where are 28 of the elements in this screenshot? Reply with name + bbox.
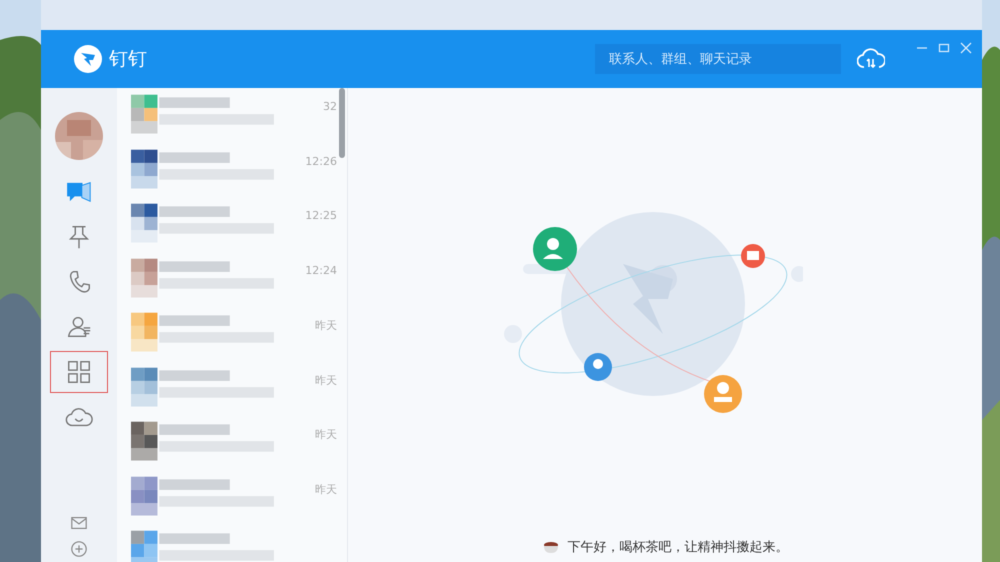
nav-button[interactable] bbox=[50, 351, 108, 393]
chat-time: 昨天 bbox=[315, 482, 337, 496]
chat-time: 12:26 bbox=[305, 154, 337, 168]
app-name: 钉钉 bbox=[109, 47, 147, 72]
cloud-upload-icon[interactable] bbox=[857, 47, 885, 71]
add-icon bbox=[70, 540, 88, 558]
chat-time: 12:24 bbox=[305, 264, 337, 276]
chat-item[interactable]: 12:26 bbox=[117, 142, 347, 197]
chat-time: 昨天 bbox=[315, 318, 337, 333]
logo-icon bbox=[73, 44, 103, 74]
chat-time: 12:25 bbox=[305, 209, 337, 222]
chat-item[interactable]: 昨天 bbox=[117, 415, 347, 470]
chat-item[interactable]: 昨天 bbox=[117, 306, 347, 360]
chat-item[interactable]: 32 bbox=[117, 88, 347, 142]
search-field[interactable]: 联系人、群组、聊天记录 bbox=[595, 44, 841, 74]
chat-item[interactable]: 12:24 bbox=[117, 252, 347, 306]
maximize-icon[interactable] bbox=[938, 42, 950, 54]
chat-item[interactable]: 昨天 bbox=[117, 470, 347, 524]
tea-cup-icon bbox=[542, 540, 560, 554]
chat-time: 昨天 bbox=[315, 372, 337, 388]
chat-time: 32 bbox=[323, 100, 337, 113]
close-icon[interactable] bbox=[960, 42, 972, 54]
mail-icon bbox=[70, 514, 88, 532]
chat-item[interactable]: 昨天 bbox=[117, 360, 347, 415]
chat-time: 昨天 bbox=[315, 427, 337, 442]
apps-icon bbox=[65, 358, 93, 386]
greeting-text: 下午好，喝杯茶吧，让精神抖擞起来。 bbox=[568, 539, 788, 556]
chat-item[interactable]: 12:25 bbox=[117, 197, 347, 252]
